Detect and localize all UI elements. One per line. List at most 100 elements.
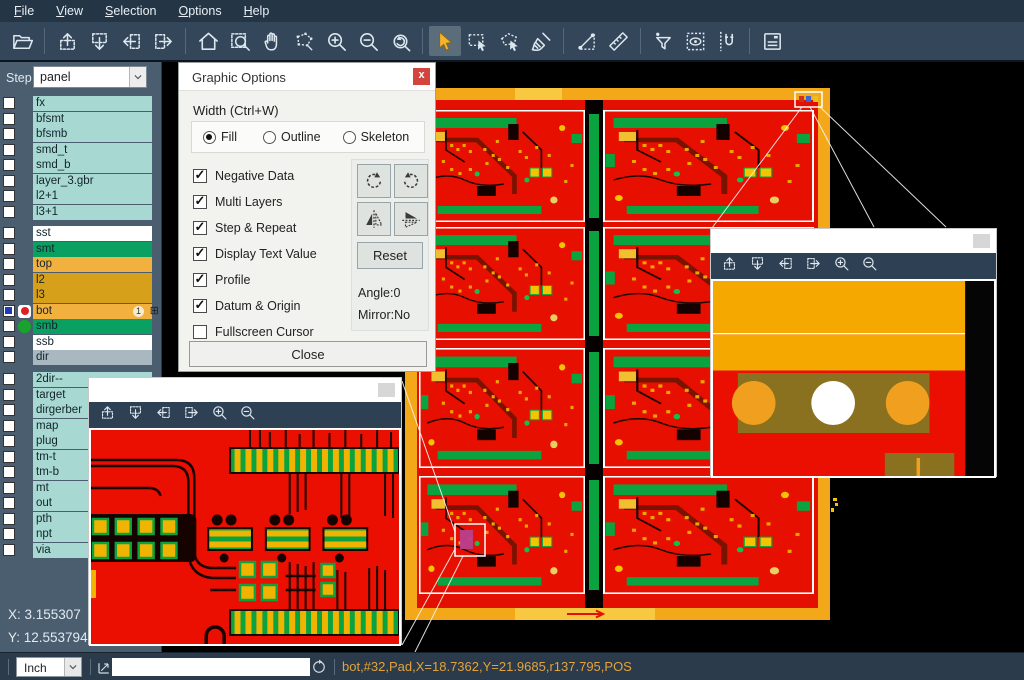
layer-name[interactable]: smd_t	[33, 143, 152, 158]
layer-visibility-checkbox[interactable]	[3, 389, 15, 401]
import-down-button[interactable]	[83, 26, 115, 56]
layer-visibility-checkbox[interactable]	[3, 190, 15, 202]
checkbox-step-repeat[interactable]: Step & Repeat	[193, 221, 296, 235]
layer-visibility-checkbox[interactable]	[3, 435, 15, 447]
zoom-in-button[interactable]	[211, 404, 228, 426]
layer-name[interactable]: l3	[33, 288, 152, 303]
checkbox-display-text-value[interactable]: Display Text Value	[193, 247, 317, 261]
layer-name[interactable]: l2+1	[33, 189, 152, 204]
import-left-button[interactable]	[155, 404, 172, 426]
import-up-button[interactable]	[721, 255, 738, 277]
import-down-button[interactable]	[749, 255, 766, 277]
zoom-out-button[interactable]	[861, 255, 878, 277]
clean-brush-button[interactable]	[525, 26, 557, 56]
layer-name[interactable]: sst	[33, 226, 152, 241]
layer-name[interactable]: fx	[33, 96, 152, 111]
checkbox-negative-data[interactable]: Negative Data	[193, 169, 294, 183]
layer-visibility-checkbox[interactable]	[3, 258, 15, 270]
layer-visibility-checkbox[interactable]	[3, 274, 15, 286]
layer-name[interactable]: smb	[33, 319, 152, 334]
pan-hand-button[interactable]	[256, 26, 288, 56]
command-input[interactable]	[112, 658, 310, 676]
layer-visibility-checkbox[interactable]	[3, 373, 15, 385]
snap-magnet-button[interactable]	[711, 26, 743, 56]
import-right-button[interactable]	[183, 404, 200, 426]
layer-visibility-checkbox[interactable]	[3, 336, 15, 348]
menu-selection[interactable]: Selection	[95, 1, 166, 21]
layer-visibility-checkbox[interactable]	[3, 289, 15, 301]
import-left-button[interactable]	[115, 26, 147, 56]
filter-button[interactable]	[647, 26, 679, 56]
zoom-polygon-button[interactable]	[288, 26, 320, 56]
flip-horizontal-button[interactable]	[357, 202, 391, 236]
radio-outline[interactable]: Outline	[263, 130, 321, 144]
layer-name[interactable]: bfsmt	[33, 112, 152, 127]
layer-name[interactable]: smt	[33, 242, 152, 257]
layer-visibility-checkbox[interactable]	[3, 513, 15, 525]
flip-vertical-button[interactable]	[394, 202, 428, 236]
layer-name[interactable]: top	[33, 257, 152, 272]
radio-skeleton[interactable]: Skeleton	[343, 130, 410, 144]
import-right-button[interactable]	[805, 255, 822, 277]
import-up-button[interactable]	[99, 404, 116, 426]
zoom-window-titlebar[interactable]	[89, 378, 401, 402]
layer-name[interactable]: bfsmb	[33, 127, 152, 142]
zoom-out-button[interactable]	[352, 26, 384, 56]
layer-name[interactable]: layer_3.gbr	[33, 174, 152, 189]
step-dropdown[interactable]: panel	[33, 66, 147, 88]
close-button[interactable]: Close	[189, 341, 427, 367]
layer-visibility-checkbox[interactable]	[3, 544, 15, 556]
layer-visibility-checkbox[interactable]	[3, 482, 15, 494]
measure-ruler-button[interactable]	[602, 26, 634, 56]
layer-visibility-checkbox[interactable]	[3, 466, 15, 478]
reset-button[interactable]: Reset	[357, 242, 423, 269]
zoom-window-titlebar[interactable]	[711, 229, 996, 253]
measure-distance-button[interactable]	[570, 26, 602, 56]
checkb0x-fullscreen-cursor[interactable]: Fullscreen Cursor	[193, 325, 314, 339]
layer-visibility-checkbox[interactable]	[3, 97, 15, 109]
layer-name[interactable]: l3+1	[33, 205, 152, 220]
sync-icon[interactable]	[310, 658, 328, 680]
window-menu-button[interactable]	[973, 234, 990, 248]
menu-file[interactable]: File	[4, 1, 44, 21]
layer-name[interactable]: smd_b	[33, 158, 152, 173]
zoom-in-button[interactable]	[833, 255, 850, 277]
home-view-button[interactable]	[192, 26, 224, 56]
layer-visibility-checkbox[interactable]	[3, 175, 15, 187]
layer-list-panel-button[interactable]	[756, 26, 788, 56]
menu-help[interactable]: Help	[234, 1, 280, 21]
view-options-button[interactable]	[679, 26, 711, 56]
dialog-titlebar[interactable]: Graphic Options x	[179, 63, 435, 91]
checkbox-multi-layers[interactable]: Multi Layers	[193, 195, 282, 209]
checkbox-profile[interactable]: Profile	[193, 273, 250, 287]
zoom-view-panel-corner[interactable]	[711, 279, 996, 478]
dialog-close-icon[interactable]: x	[413, 68, 430, 85]
grid-icon[interactable]: ⊞	[150, 304, 159, 319]
layer-visibility-checkbox[interactable]	[3, 227, 15, 239]
select-rectangle-button[interactable]	[461, 26, 493, 56]
rotate-cw-button[interactable]	[357, 164, 391, 198]
select-polygon-button[interactable]	[493, 26, 525, 56]
rotate-ccw-button[interactable]	[394, 164, 428, 198]
select-cursor-button[interactable]	[429, 26, 461, 56]
layer-visibility-checkbox[interactable]	[3, 159, 15, 171]
layer-name[interactable]: dir	[33, 350, 152, 365]
layer-name[interactable]: l2	[33, 273, 152, 288]
window-menu-button[interactable]	[378, 383, 395, 397]
zoom-in-button[interactable]	[320, 26, 352, 56]
import-down-button[interactable]	[127, 404, 144, 426]
layer-name[interactable]: ssb	[33, 335, 152, 350]
radio-fill[interactable]: Fill	[203, 130, 237, 144]
import-up-button[interactable]	[51, 26, 83, 56]
menu-view[interactable]: View	[46, 1, 93, 21]
layer-visibility-checkbox[interactable]	[3, 404, 15, 416]
layer-visibility-checkbox[interactable]	[3, 528, 15, 540]
menu-options[interactable]: Options	[168, 1, 231, 21]
layer-visibility-checkbox[interactable]	[3, 420, 15, 432]
zoom-window-button[interactable]	[224, 26, 256, 56]
layer-visibility-checkbox[interactable]	[3, 497, 15, 509]
layer-visibility-checkbox[interactable]	[3, 320, 15, 332]
unit-dropdown[interactable]: Inch	[16, 657, 82, 677]
layer-visibility-checkbox[interactable]	[3, 305, 15, 317]
import-left-button[interactable]	[777, 255, 794, 277]
